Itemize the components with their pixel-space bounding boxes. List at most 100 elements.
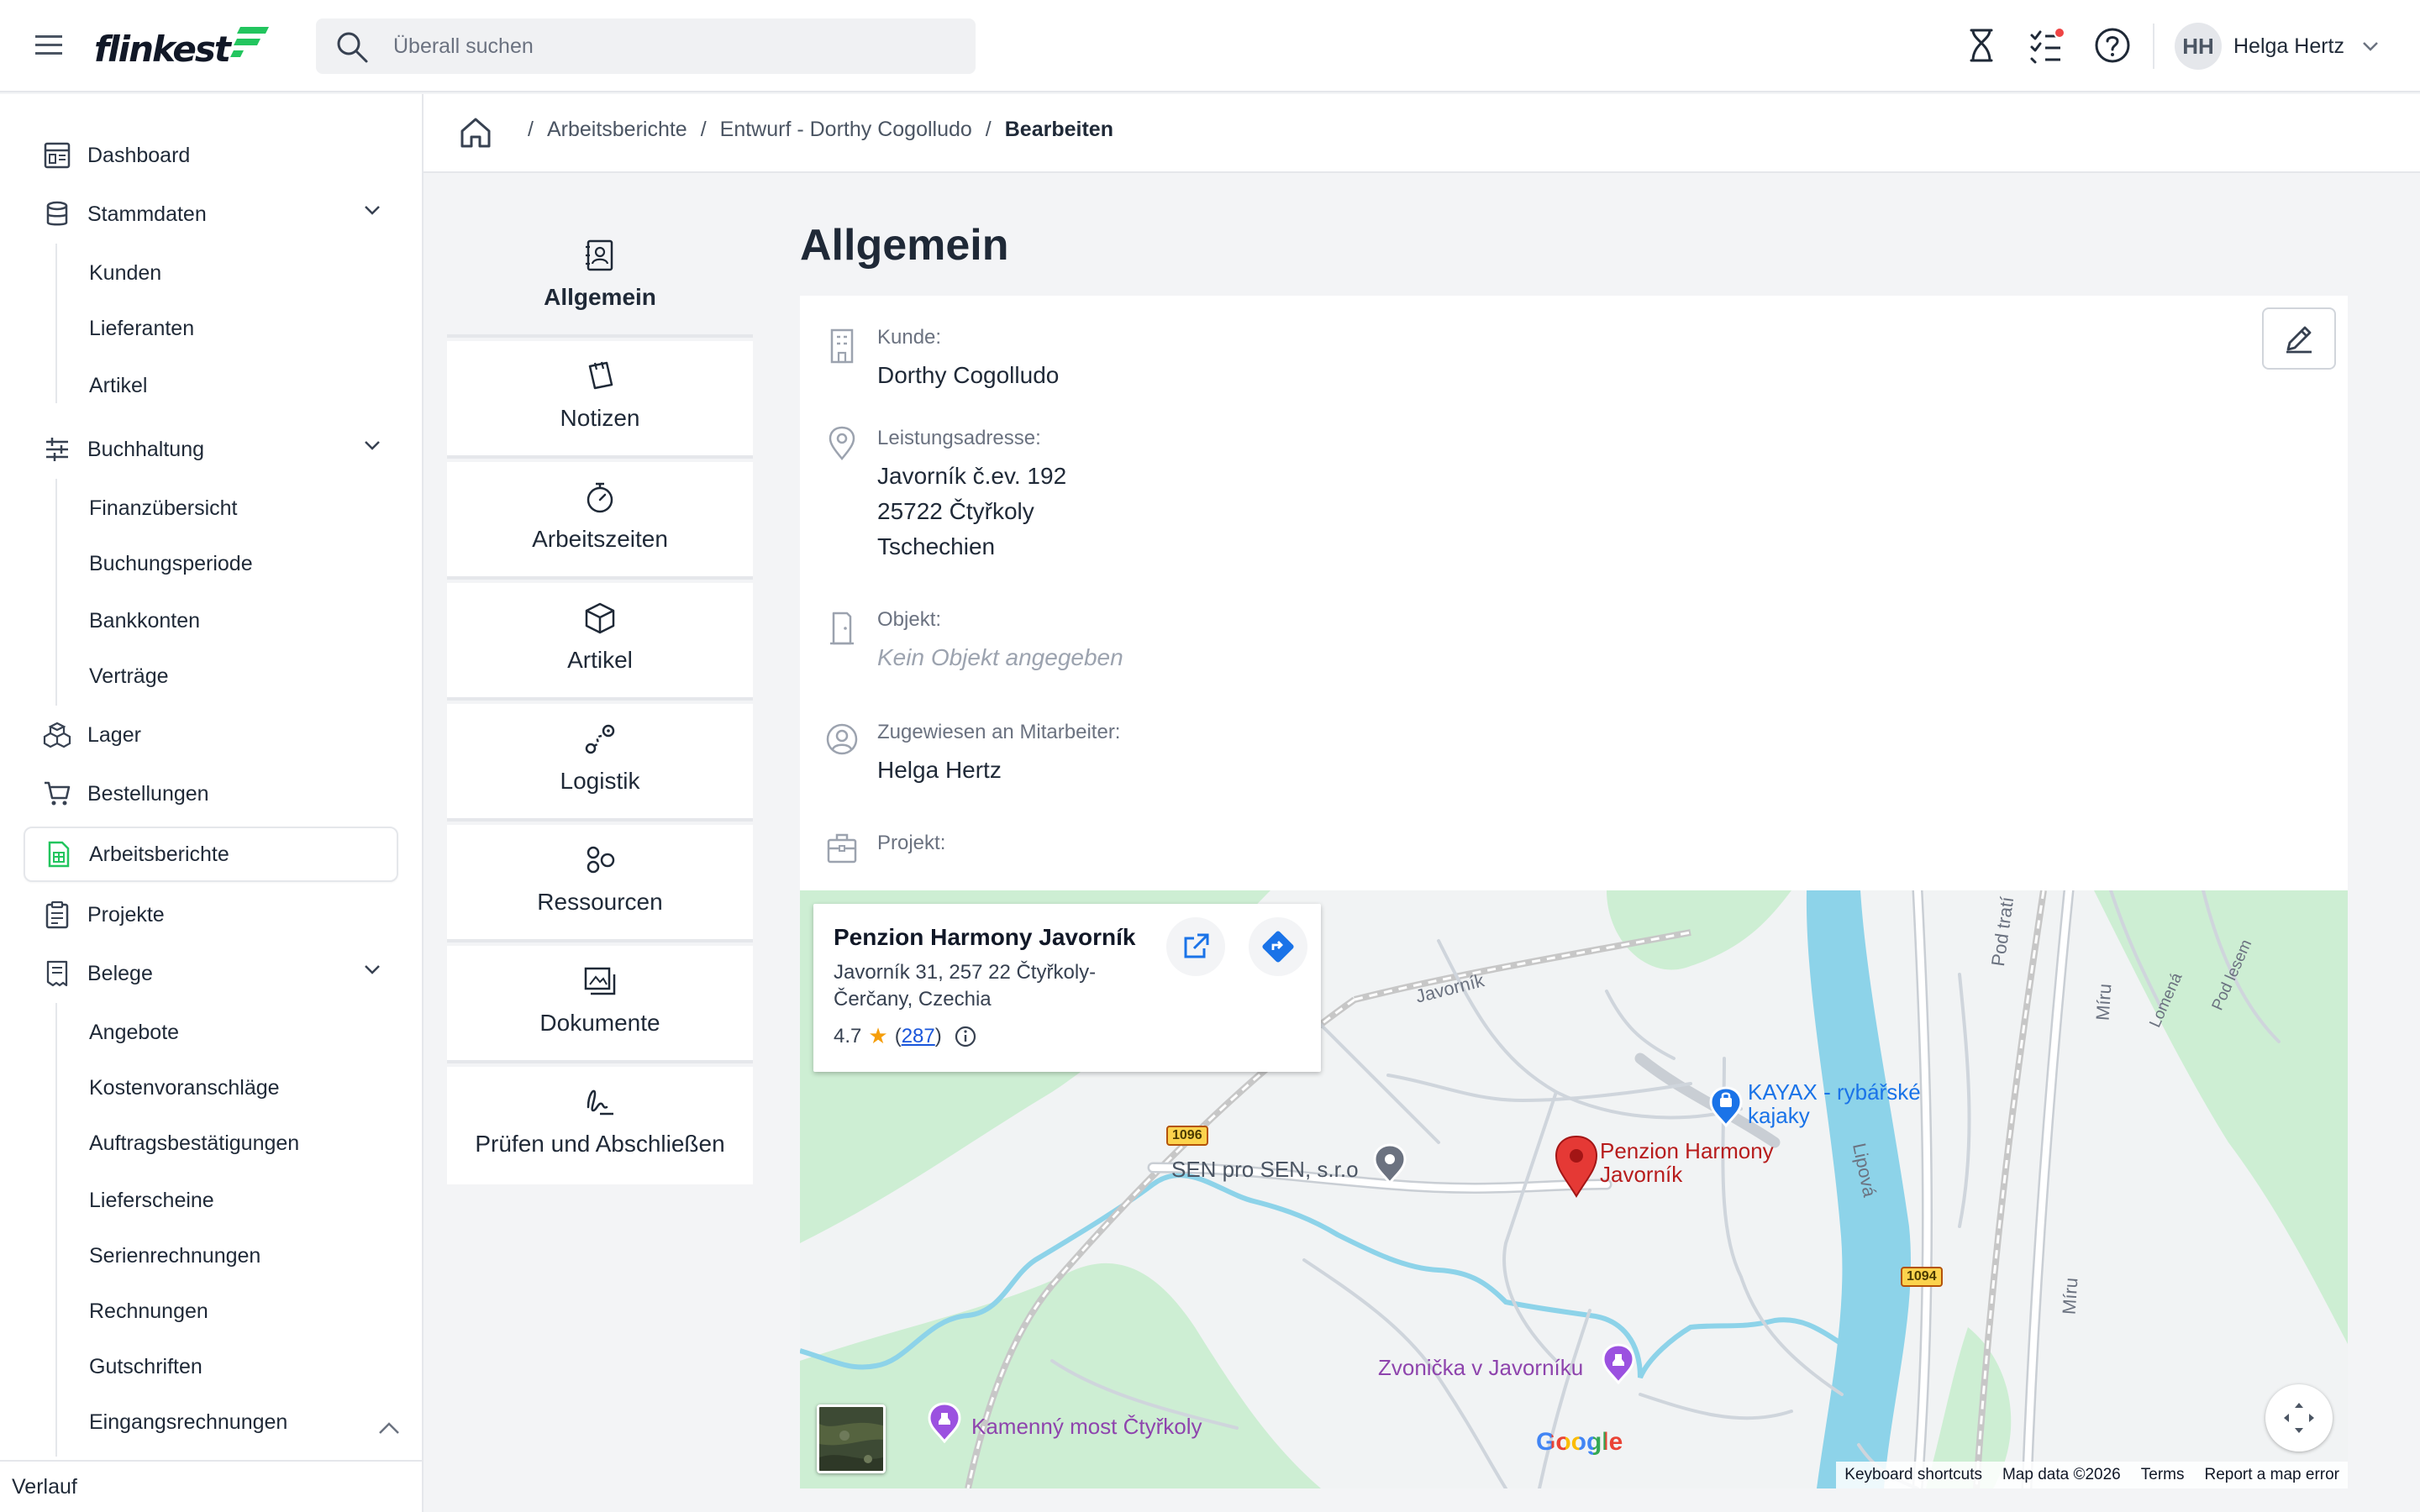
rating-value: 4.7 <box>834 1024 862 1047</box>
tab-dokumente[interactable]: Dokumente <box>447 946 753 1063</box>
place-address: Javorník 31, 257 22 Čtyřkoly-Čerčany, Cz… <box>834 961 1097 1011</box>
open-in-maps-button[interactable] <box>1166 917 1225 976</box>
logo-mark-icon <box>230 27 269 57</box>
fullscreen-button[interactable] <box>2265 1384 2333 1452</box>
reviews-link[interactable]: 287 <box>902 1025 935 1048</box>
place-label-zvonicka[interactable]: Zvonička v Javorníku <box>1378 1356 1583 1379</box>
sidebar-subitem-bankkonten[interactable]: Bankkonten <box>89 600 200 642</box>
breadcrumb-arbeitsberichte[interactable]: Arbeitsberichte <box>547 118 687 142</box>
address-city: 25722 Čtyřkoly <box>877 498 1034 524</box>
tab-label: Arbeitszeiten <box>532 526 668 552</box>
sen-poi-icon[interactable] <box>1371 1142 1408 1184</box>
tab-label: Prüfen und Abschließen <box>475 1131 725 1157</box>
tab-notizen[interactable]: Notizen <box>447 341 753 459</box>
sidebar-subitem-lieferanten[interactable]: Lieferanten <box>89 307 194 349</box>
sidebar-item-bestellungen[interactable]: Bestellungen <box>24 766 398 822</box>
documents-icon <box>583 964 617 998</box>
sidebar-item-label: Stammdaten <box>87 202 207 226</box>
help-icon[interactable] <box>2092 25 2133 66</box>
sidebar-subitem-vertraege[interactable]: Verträge <box>89 655 169 697</box>
sidebar-subitem-serienrechnungen[interactable]: Serienrechnungen <box>89 1235 260 1277</box>
location-marker-icon[interactable] <box>1553 1134 1600 1198</box>
tasks-checklist-icon[interactable] <box>2027 25 2067 66</box>
edit-button[interactable] <box>2262 307 2336 370</box>
kayak-poi-icon[interactable] <box>1707 1085 1744 1127</box>
boxes-icon <box>40 718 74 752</box>
tab-artikel[interactable]: Artikel <box>447 583 753 701</box>
sidebar-item-lager[interactable]: Lager <box>24 707 398 763</box>
global-search <box>316 18 976 74</box>
field-mitarbeiter: Zugewiesen an Mitarbeiter: Helga Hertz <box>877 721 1120 788</box>
place-label-most[interactable]: Kamenný most Čtyřkoly <box>971 1415 1202 1438</box>
briefcase-icon <box>827 833 857 864</box>
tab-allgemein[interactable]: Allgemein <box>447 220 753 338</box>
breadcrumb-entwurf[interactable]: Entwurf - Dorthy Cogolludo <box>720 118 972 142</box>
search-input[interactable] <box>393 18 956 74</box>
hamburger-menu-icon[interactable] <box>32 30 66 60</box>
place-label-kayak[interactable]: KAYAX - rybářské kajaky <box>1748 1080 1941 1127</box>
sidebar-subitem-buchungsperiode[interactable]: Buchungsperiode <box>89 543 253 585</box>
chevron-down-icon[interactable] <box>363 204 381 216</box>
info-icon[interactable] <box>954 1025 977 1048</box>
submenu-line <box>55 1003 57 1457</box>
top-bar: flinkest HH Helga Hertz <box>0 0 2420 92</box>
receipt-icon <box>40 957 74 990</box>
tab-arbeitszeiten[interactable]: Arbeitszeiten <box>447 462 753 580</box>
home-icon[interactable] <box>457 114 494 151</box>
sidebar-item-buchhaltung[interactable]: Buchhaltung <box>24 422 398 477</box>
sidebar-subitem-eingangsrechnungen[interactable]: Eingangsrechnungen <box>89 1401 287 1443</box>
sidebar-item-belege[interactable]: Belege <box>24 946 398 1001</box>
sidebar-subitem-gutschriften[interactable]: Gutschriften <box>89 1346 203 1388</box>
keyboard-shortcuts-link[interactable]: Keyboard shortcuts <box>1844 1466 1982 1484</box>
field-label: Objekt: <box>877 608 942 631</box>
sidebar-subitem-rechnungen[interactable]: Rechnungen <box>89 1290 208 1332</box>
field-value-mitarbeiter: Helga Hertz <box>877 757 1002 783</box>
notification-dot <box>2054 27 2065 39</box>
hourglass-icon[interactable] <box>1961 25 2002 66</box>
address-country: Tschechien <box>877 533 996 559</box>
map-attribution-bar: Keyboard shortcuts Map data ©2026 Terms … <box>1836 1462 2348 1488</box>
door-icon <box>830 612 854 645</box>
sidebar-subitem-kostenvoranschlaege[interactable]: Kostenvoranschläge <box>89 1067 280 1109</box>
field-objekt: Objekt: Kein Objekt angegeben <box>877 608 1123 675</box>
cube-icon <box>583 601 617 635</box>
field-label: Leistungsadresse: <box>877 427 1041 449</box>
sidebar-footer-history[interactable]: Verlauf <box>0 1460 422 1512</box>
monument-poi-icon[interactable] <box>926 1401 963 1443</box>
place-label-marker[interactable]: Penzion Harmony Javorník <box>1600 1139 1802 1186</box>
submenu-line <box>55 479 57 706</box>
chevron-up-icon[interactable] <box>376 1420 402 1436</box>
location-map[interactable]: 1096 1094 Javorník Lipová Míru Míru Pod … <box>800 890 2348 1488</box>
sidebar-subitem-angebote[interactable]: Angebote <box>89 1011 179 1053</box>
tab-ressourcen[interactable]: Ressourcen <box>447 825 753 942</box>
satellite-toggle-button[interactable] <box>817 1404 886 1473</box>
sidebar-subitem-kunden[interactable]: Kunden <box>89 252 161 294</box>
directions-button[interactable] <box>1249 917 1307 976</box>
dashboard-icon <box>40 139 74 172</box>
user-menu[interactable]: HH Helga Hertz <box>2175 22 2380 71</box>
report-map-error-link[interactable]: Report a map error <box>2204 1466 2339 1484</box>
signature-icon <box>583 1085 617 1119</box>
terms-link[interactable]: Terms <box>2141 1466 2185 1484</box>
sidebar-item-dashboard[interactable]: Dashboard <box>24 128 398 183</box>
sidebar-subitem-auftragsbestaetigungen[interactable]: Auftragsbestätigungen <box>89 1122 299 1164</box>
bell-tower-poi-icon[interactable] <box>1600 1342 1637 1384</box>
field-label: Kunde: <box>877 326 942 349</box>
chevron-down-icon[interactable] <box>363 963 381 975</box>
sidebar-item-arbeitsberichte[interactable]: Arbeitsberichte <box>24 827 398 882</box>
details-card: Kunde: Dorthy Cogolludo Leistungsadresse… <box>800 296 2348 1488</box>
submenu-line <box>55 244 57 403</box>
directions-icon <box>1262 931 1294 963</box>
user-circle-icon <box>826 723 858 755</box>
sidebar-item-stammdaten[interactable]: Stammdaten <box>24 186 398 242</box>
sidebar-item-projekte[interactable]: Projekte <box>24 887 398 942</box>
route-icon <box>583 722 617 756</box>
sidebar-subitem-finanzuebersicht[interactable]: Finanzübersicht <box>89 487 237 529</box>
chevron-down-icon[interactable] <box>363 439 381 451</box>
sidebar-subitem-artikel[interactable]: Artikel <box>89 365 147 407</box>
sidebar-subitem-lieferscheine[interactable]: Lieferscheine <box>89 1179 214 1221</box>
tab-pruefen-und-abschliessen[interactable]: Prüfen und Abschließen <box>447 1067 753 1184</box>
tab-logistik[interactable]: Logistik <box>447 704 753 822</box>
flinkest-logo[interactable]: flinkest <box>94 18 279 74</box>
place-label-sen[interactable]: SEN pro SEN, s.r.o <box>1171 1158 1359 1181</box>
